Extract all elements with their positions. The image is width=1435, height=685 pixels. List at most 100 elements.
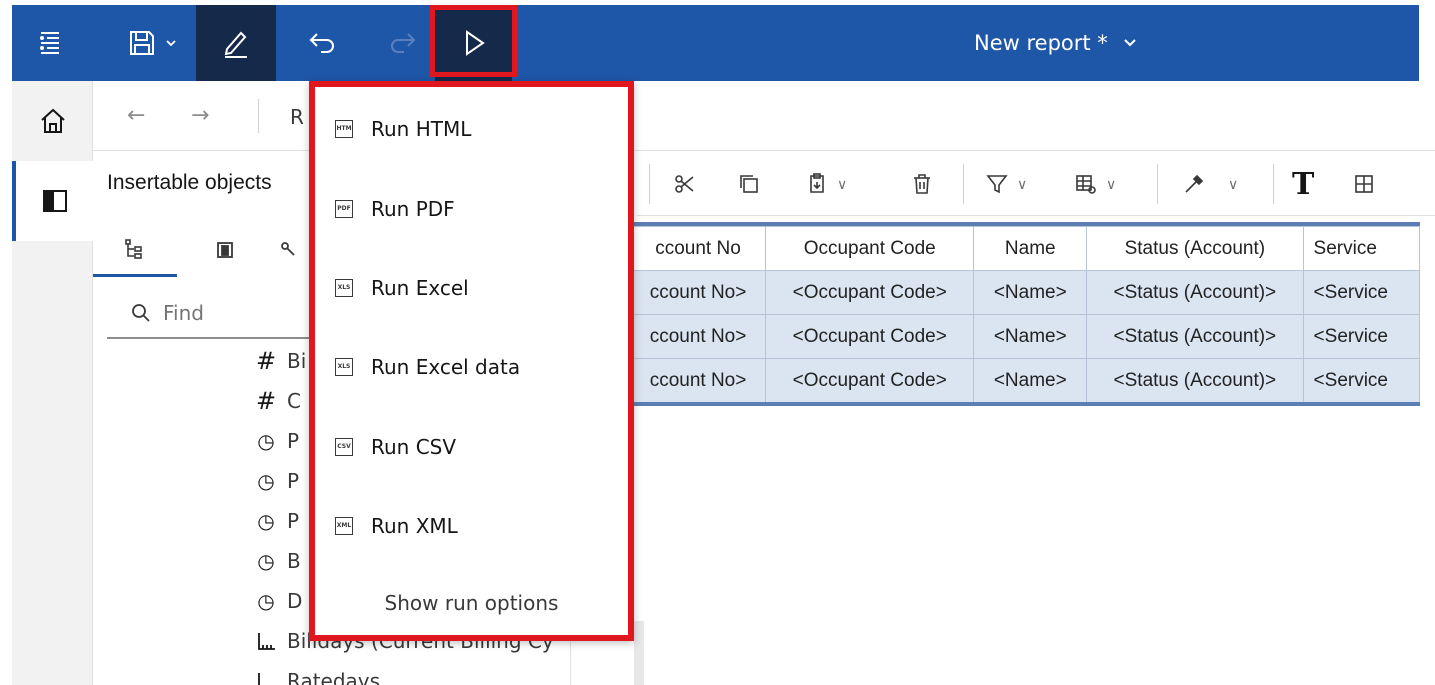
table-cell[interactable]: <Service bbox=[1302, 358, 1420, 402]
save-button[interactable] bbox=[112, 5, 192, 81]
panel-title: Insertable objects bbox=[107, 171, 272, 194]
table-cell[interactable]: <Name> bbox=[973, 314, 1088, 359]
tree-item[interactable]: ◷ P bbox=[253, 463, 299, 499]
forward-button[interactable]: → bbox=[191, 103, 209, 128]
style-picker-button[interactable]: ∨ bbox=[1182, 164, 1238, 204]
menu-item-run-excel-data[interactable]: XLS Run Excel data bbox=[315, 337, 628, 397]
edit-button[interactable] bbox=[196, 5, 276, 81]
html-file-icon: HTM bbox=[335, 120, 353, 138]
side-panel-icon bbox=[42, 190, 67, 212]
summarize-button[interactable]: ∨ bbox=[1074, 164, 1116, 204]
clock-icon: ◷ bbox=[257, 509, 275, 533]
excel-file-icon: XLS bbox=[335, 279, 353, 297]
tree-item[interactable]: # Bi bbox=[253, 343, 306, 379]
menu-item-run-html[interactable]: HTM Run HTML bbox=[315, 99, 628, 159]
tab-source[interactable] bbox=[93, 223, 177, 277]
table-cell[interactable]: <Occupant Code> bbox=[765, 270, 975, 315]
paste-icon bbox=[810, 173, 824, 193]
tree-item[interactable]: ◷ P bbox=[253, 503, 299, 539]
trash-icon bbox=[914, 174, 930, 194]
table-cell[interactable]: <Name> bbox=[973, 358, 1088, 402]
cut-button[interactable] bbox=[673, 164, 697, 204]
nav-divider bbox=[258, 99, 259, 133]
table-header-row: ccount No Occupant Code Name Status (Acc… bbox=[630, 226, 1420, 271]
pdf-file-icon: PDF bbox=[335, 200, 353, 218]
panel-scrollbar[interactable] bbox=[634, 621, 644, 685]
paste-button[interactable]: ∨ bbox=[805, 164, 847, 204]
redo-button[interactable] bbox=[367, 5, 437, 81]
borders-button[interactable] bbox=[1353, 164, 1375, 204]
table-cell[interactable]: <Service bbox=[1302, 270, 1420, 315]
excel-data-file-icon: XLS bbox=[335, 358, 353, 376]
clock-icon: ◷ bbox=[257, 589, 275, 613]
column-header[interactable]: Occupant Code bbox=[765, 226, 975, 271]
table-row: ccount No> <Occupant Code> <Name> <Statu… bbox=[630, 270, 1420, 315]
tree-item[interactable]: ◷ D bbox=[253, 583, 302, 619]
clock-icon: ◷ bbox=[257, 549, 275, 573]
toolbox-icon bbox=[217, 242, 233, 258]
measure-icon bbox=[258, 633, 275, 650]
tab-data-items[interactable] bbox=[269, 223, 309, 277]
undo-button[interactable] bbox=[288, 5, 358, 81]
table-cell[interactable]: <Name> bbox=[973, 270, 1088, 315]
column-header[interactable]: Status (Account) bbox=[1086, 226, 1304, 271]
breadcrumb[interactable]: R bbox=[290, 105, 304, 129]
menu-item-label: Run Excel bbox=[371, 276, 469, 300]
tree-item[interactable]: Ratedays bbox=[253, 663, 380, 685]
save-icon bbox=[130, 31, 154, 55]
copy-button[interactable] bbox=[737, 164, 761, 204]
table-cell[interactable]: ccount No> bbox=[630, 358, 767, 402]
toolbar-divider bbox=[649, 164, 650, 204]
menu-icon bbox=[40, 32, 59, 54]
table-cell[interactable]: ccount No> bbox=[630, 270, 767, 315]
redo-icon bbox=[391, 33, 416, 53]
table-cell[interactable]: <Occupant Code> bbox=[765, 314, 975, 359]
show-run-options-link[interactable]: Show run options bbox=[315, 575, 628, 631]
menu-item-label: Run PDF bbox=[371, 197, 455, 221]
chevron-down-icon bbox=[1124, 39, 1136, 47]
run-button[interactable] bbox=[435, 5, 512, 81]
tab-toolbox[interactable] bbox=[183, 223, 267, 277]
tree-item-label: P bbox=[287, 469, 300, 493]
menu-item-label: Run CSV bbox=[371, 435, 457, 459]
menu-item-run-pdf[interactable]: PDF Run PDF bbox=[315, 179, 628, 239]
table-cell[interactable]: <Status (Account)> bbox=[1086, 314, 1304, 359]
tree-item[interactable]: ◷ P bbox=[253, 423, 299, 459]
tree-item[interactable]: ◷ B bbox=[253, 543, 300, 579]
menu-item-label: Run Excel data bbox=[371, 355, 521, 379]
report-table-container: ccount No Occupant Code Name Status (Acc… bbox=[630, 222, 1420, 406]
text-format-button[interactable]: T bbox=[1292, 164, 1314, 204]
menu-item-run-xml[interactable]: XML Run XML bbox=[315, 496, 628, 556]
table-cell[interactable]: <Status (Account)> bbox=[1086, 270, 1304, 315]
column-header[interactable]: ccount No bbox=[630, 226, 767, 271]
filter-button[interactable]: ∨ bbox=[985, 164, 1027, 204]
column-header[interactable]: Name bbox=[973, 226, 1088, 271]
chevron-down-icon bbox=[166, 40, 176, 47]
panel-toggle-button[interactable] bbox=[12, 161, 93, 241]
menu-item-label: Run XML bbox=[371, 514, 458, 538]
xml-file-icon: XML bbox=[335, 517, 353, 535]
back-button[interactable]: ← bbox=[127, 103, 145, 128]
table-cell[interactable]: <Service bbox=[1302, 314, 1420, 359]
delete-button[interactable] bbox=[911, 164, 933, 204]
chevron-down-icon: ∨ bbox=[1106, 175, 1117, 192]
menu-item-run-excel[interactable]: XLS Run Excel bbox=[315, 258, 628, 318]
table-cell[interactable]: ccount No> bbox=[630, 314, 767, 359]
table-cell[interactable]: <Status (Account)> bbox=[1086, 358, 1304, 402]
column-header[interactable]: Service bbox=[1302, 226, 1420, 271]
tree-item[interactable]: # C bbox=[253, 383, 301, 419]
menu-item-run-csv[interactable]: CSV Run CSV bbox=[315, 417, 628, 477]
edit-pencil-icon bbox=[224, 31, 247, 58]
tree-item-label: D bbox=[287, 589, 303, 613]
menu-button[interactable] bbox=[12, 5, 88, 81]
table-cell[interactable]: <Occupant Code> bbox=[765, 358, 975, 402]
tree-item-label: P bbox=[287, 429, 300, 453]
data-items-icon bbox=[281, 242, 295, 256]
cut-icon bbox=[675, 175, 694, 193]
report-title-button[interactable]: New report * bbox=[974, 5, 1138, 81]
home-button[interactable] bbox=[12, 81, 93, 161]
edit-toolbar: ∨ ∨ ∨ ∨ T bbox=[637, 152, 1435, 216]
search-icon bbox=[132, 304, 150, 322]
top-bar bbox=[12, 5, 1419, 81]
report-list-table[interactable]: ccount No Occupant Code Name Status (Acc… bbox=[630, 226, 1420, 402]
